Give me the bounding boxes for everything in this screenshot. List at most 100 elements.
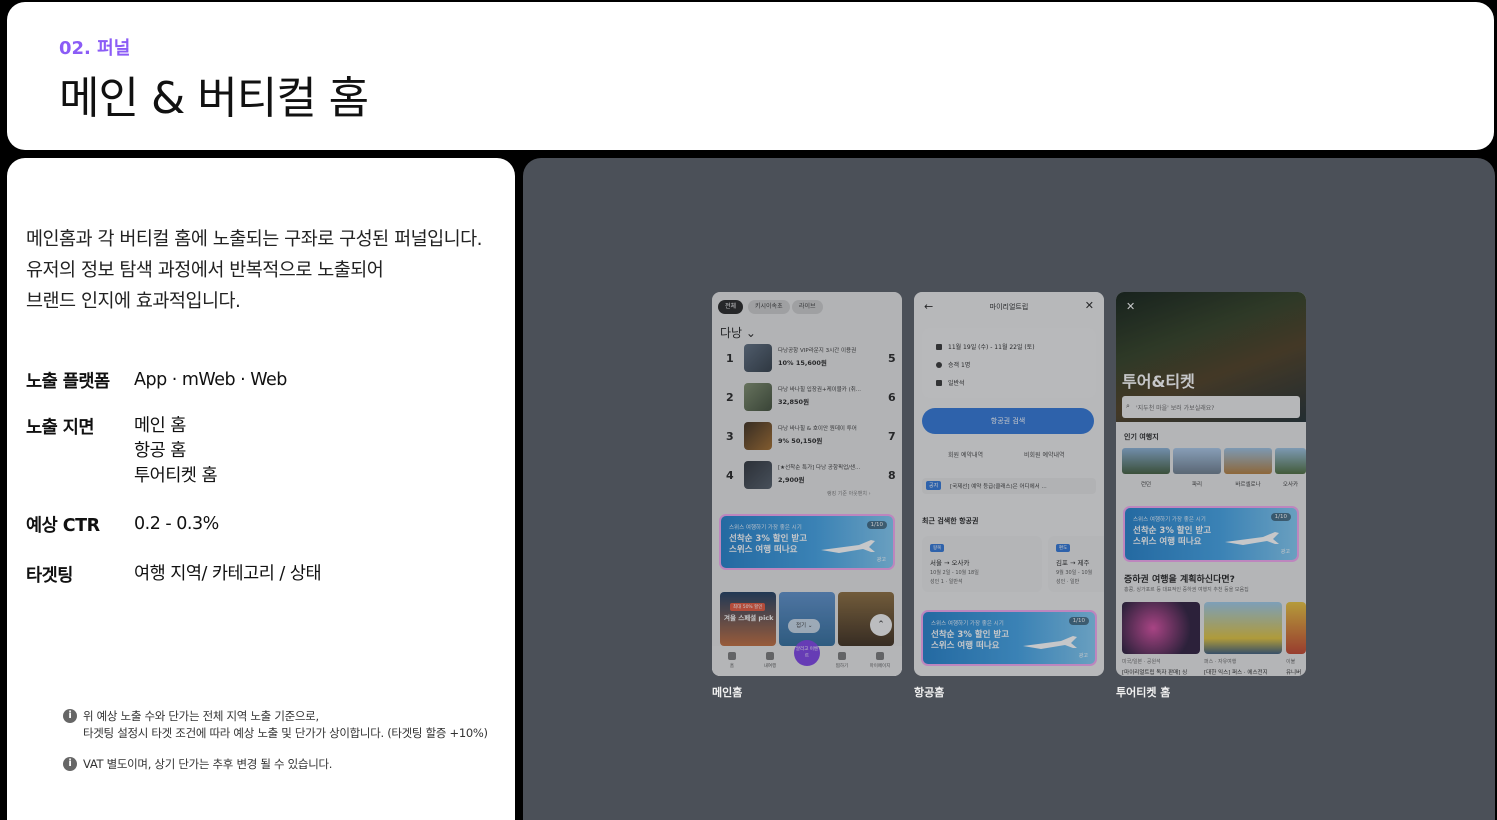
rank-number: 3 — [726, 430, 734, 443]
bottom-tabbar: 홈 내여행 알리고 이벤트 찜하기 마이페이지 — [712, 640, 902, 676]
preview-panel: 전체 키시이속초 라이브 다낭 ⌄ 1 다낭공항 VIP라운지 3시간 이용권 … — [523, 158, 1495, 820]
tour-search-input[interactable]: ⌕ '지두천 마을' 보러 가보실래요? — [1122, 396, 1300, 418]
notice-bar[interactable]: 공지 [국제선] 예약 등급(클래스)은 어디에서 ... — [922, 478, 1096, 494]
rank-price: 2,900원 — [778, 476, 805, 484]
note-text: 타겟팅 설정시 타겟 조건에 따라 예상 노출 및 단가가 상이합니다. (타겟… — [83, 726, 488, 740]
rank-number: 6 — [888, 391, 896, 404]
ad-headline-line: 선착순 3% 할인 받고 — [1133, 526, 1212, 536]
home-icon — [728, 652, 736, 660]
ranking-row[interactable]: 1 다낭공항 VIP라운지 3시간 이용권 10% 15,600원 5 — [712, 342, 902, 376]
user-icon — [876, 652, 884, 660]
rank-title: 다낭공항 VIP라운지 3시간 이용권 — [778, 348, 857, 354]
spec-value: 투어티켓 홈 — [134, 466, 218, 486]
guest-booking-link[interactable]: 비회원 예약내역 — [1024, 450, 1065, 459]
info-icon: i — [63, 757, 77, 771]
tab-my-trip[interactable]: 내여행 — [758, 652, 782, 669]
rank-thumbnail — [744, 422, 772, 450]
chip-category[interactable]: 키시이속초 — [748, 300, 790, 314]
close-icon[interactable]: ✕ — [1085, 299, 1094, 312]
tour-item-card[interactable] — [1286, 602, 1306, 654]
section-question-sub: 홍콩, 싱가포르 등 대표적인 증하권 여행지 추천 등을 모음집 — [1124, 587, 1249, 593]
city-name: 런던 — [1140, 482, 1152, 488]
ad-counter: 1/10 — [1270, 513, 1291, 521]
intro-text: 메인홈과 각 버티컬 홈에 노출되는 구좌로 구성된 퍼널입니다. 유저의 정보… — [26, 224, 511, 317]
tour-item-card[interactable] — [1204, 602, 1282, 654]
rank-number: 5 — [888, 352, 896, 365]
city-selector[interactable]: 다낭 ⌄ — [720, 324, 756, 341]
search-placeholder: '지두천 마을' 보러 가보실래요? — [1136, 405, 1215, 412]
city-tile-london[interactable] — [1122, 448, 1170, 474]
ad-banner[interactable]: 스위스 여행하기 가장 좋은 시기 선착순 3% 할인 받고 스위스 여행 떠나… — [1123, 506, 1299, 562]
tab-mypage[interactable]: 마이페이지 — [868, 652, 892, 669]
notice-text: [국제선] 예약 등급(클래스)은 어디에서 ... — [950, 484, 1047, 490]
close-icon[interactable]: ✕ — [1126, 300, 1135, 313]
ranking-row[interactable]: 2 다낭 바나힐 입장권+케이블카 (취... 32,850원 6 — [712, 381, 902, 415]
promo-photo[interactable]: 최대 50% 할인 겨울 스페셜 pick — [720, 592, 776, 646]
passenger-row[interactable]: 승객 1명 — [936, 360, 970, 369]
tour-item-sub: 미국/일본 · 공원석 — [1122, 659, 1161, 665]
rank-price: 9% 50,150원 — [778, 437, 823, 445]
ad-headline-line: 스위스 여행 떠나요 — [729, 545, 798, 555]
trip-type-tag: 편도 — [1056, 544, 1071, 552]
spec-value: 0.2 - 0.3% — [134, 514, 219, 534]
note-item: i 위 예상 노출 수와 단가는 전체 지역 노출 기준으로, 타겟팅 설정시 … — [63, 708, 488, 742]
section-question: 증하권 여행을 계획하신다면? — [1124, 575, 1235, 585]
cabin-row[interactable]: 일반석 — [936, 378, 965, 387]
promo-label: 겨울 스페셜 pick — [724, 614, 774, 622]
ad-banner[interactable]: 스위스 여행하기 가장 좋은 시기 선착순 3% 할인 받고 스위스 여행 떠나… — [921, 610, 1097, 666]
airplane-icon — [821, 540, 875, 553]
rank-title: [★선착순 특가] 다낭 공항픽업/샌... — [778, 465, 861, 471]
intro-line: 유저의 정보 탐색 과정에서 반복적으로 노출되어 — [26, 260, 384, 281]
recent-searches-title: 최근 검색한 항공권 — [922, 517, 979, 525]
rank-thumbnail — [744, 383, 772, 411]
promo-tag: 최대 50% 할인 — [730, 603, 766, 611]
ad-headline-line: 스위스 여행 떠나요 — [931, 641, 1000, 651]
rank-title: 다낭 바나힐 입장권+케이블카 (취... — [778, 387, 862, 393]
header-card: 02. 퍼널 메인 & 버티컬 홈 — [7, 2, 1494, 150]
heart-icon — [838, 652, 846, 660]
ad-badge: 광고 — [876, 557, 886, 563]
phone-caption: 항공홈 — [914, 686, 945, 699]
rank-number: 4 — [726, 469, 734, 482]
flight-search-box[interactable]: 11월 19일 (수) - 11월 22일 (토) 승객 1명 일반석 — [922, 328, 1096, 398]
tour-item-sub: 퍼스 · 자유여행 — [1204, 659, 1237, 665]
rank-number: 2 — [726, 391, 734, 404]
phone-air-home: ← 마이리얼트립 ✕ 11월 19일 (수) - 11월 22일 (토) 승객 … — [914, 292, 1104, 676]
chip-all[interactable]: 전체 — [718, 300, 744, 314]
tab-home[interactable]: 홈 — [720, 652, 744, 669]
rank-number: 8 — [888, 469, 896, 482]
city-tile-paris[interactable] — [1173, 448, 1221, 474]
notice-tag: 공지 — [926, 481, 942, 490]
spec-label: 노출 플랫폼 — [26, 372, 110, 392]
note-text: 위 예상 노출 수와 단가는 전체 지역 노출 기준으로, — [83, 709, 319, 723]
city-tile-osaka[interactable] — [1275, 448, 1306, 474]
tour-item-title: [대한 익스] 퍼스 · 에스전지 — [1204, 670, 1268, 676]
ranking-row[interactable]: 3 다낭 바나힐 & 호이안 원데이 투어 9% 50,150원 7 — [712, 420, 902, 454]
phone-caption: 메인홈 — [712, 686, 743, 699]
ad-banner[interactable]: 스위스 여행하기 가장 좋은 시기 선착순 3% 할인 받고 스위스 여행 떠나… — [719, 514, 895, 570]
fold-button[interactable]: 접기 ⌄ — [788, 619, 821, 633]
chip-live[interactable]: 라이브 — [792, 300, 823, 314]
ranking-row[interactable]: 4 [★선착순 특가] 다낭 공항픽업/샌... 2,900원 8 — [712, 459, 902, 493]
scroll-top-icon[interactable]: ⌃ — [870, 614, 892, 636]
tour-item-card[interactable] — [1122, 602, 1200, 654]
tab-wishlist[interactable]: 찜하기 — [830, 652, 854, 669]
ranking-more-link[interactable]: 랭킹 기준 아웃밴치 › — [827, 490, 871, 497]
recent-search-card[interactable]: 편도 김포 → 제주 9월 30일 - 10월 성인 · 일반 — [1048, 536, 1104, 592]
recent-search-card[interactable]: 왕복 서울 → 오사카 10월 2일 - 10월 18일 성인 1 · 일반석 — [922, 536, 1042, 592]
spec-value: 항공 홈 — [134, 441, 186, 461]
city-tile-barcelona[interactable] — [1224, 448, 1272, 474]
airplane-icon — [1023, 636, 1077, 649]
ad-subtitle: 스위스 여행하기 가장 좋은 시기 — [1133, 517, 1206, 523]
ad-headline: 선착순 3% 할인 받고 스위스 여행 떠나요 — [931, 630, 1021, 652]
spec-value: App · mWeb · Web — [134, 370, 287, 390]
notes: i 위 예상 노출 수와 단가는 전체 지역 노출 기준으로, 타겟팅 설정시 … — [63, 708, 488, 787]
center-event-button[interactable]: 알리고 이벤트 — [794, 640, 820, 666]
member-booking-link[interactable]: 회원 예약내역 — [948, 450, 983, 459]
rank-number: 1 — [726, 352, 734, 365]
date-row[interactable]: 11월 19일 (수) - 11월 22일 (토) — [936, 342, 1035, 351]
route: 서울 → 오사카 — [930, 559, 970, 567]
rank-thumbnail — [744, 461, 772, 489]
spec-value: 여행 지역/ 카테고리 / 상태 — [134, 564, 322, 584]
flight-search-button[interactable]: 항공권 검색 — [922, 408, 1094, 434]
